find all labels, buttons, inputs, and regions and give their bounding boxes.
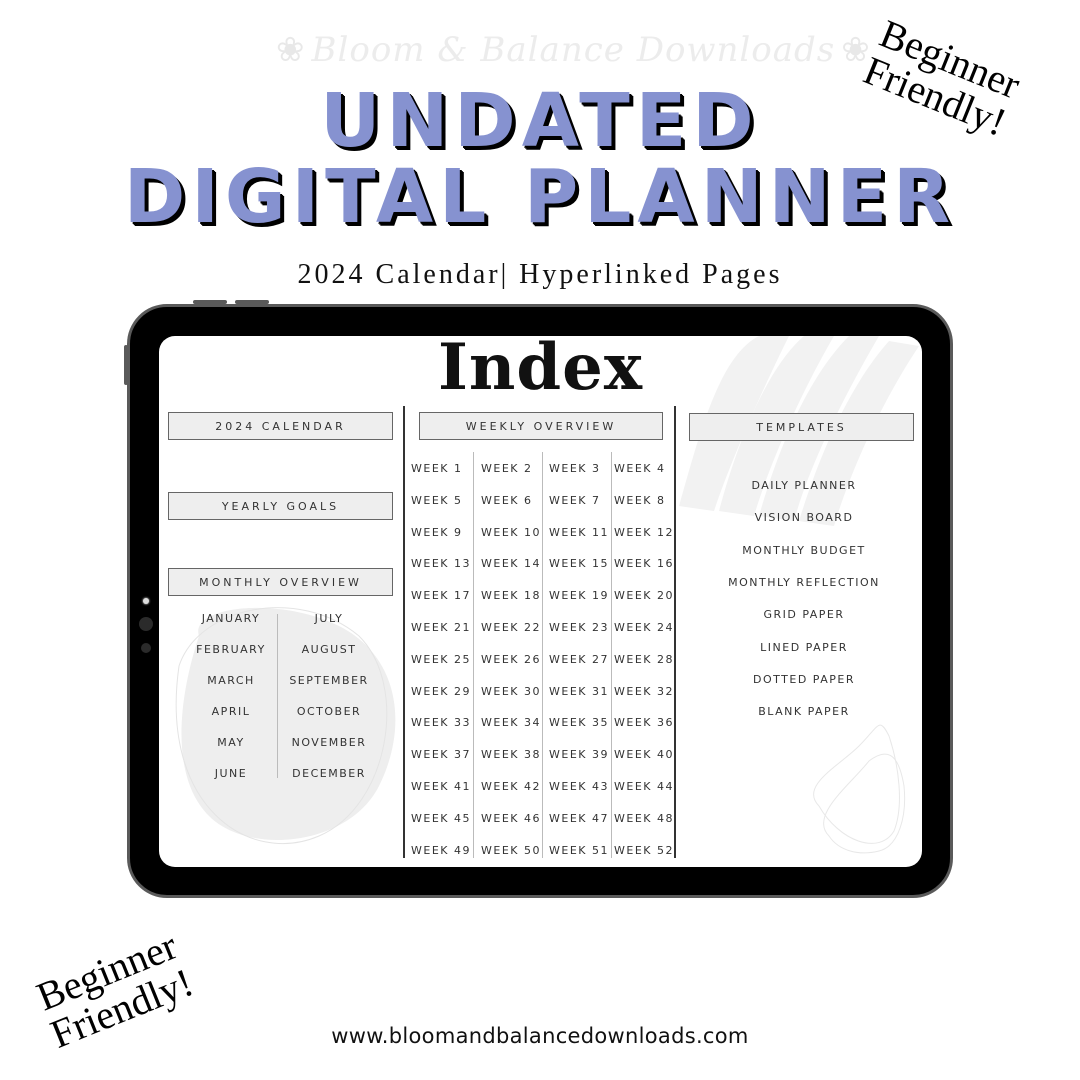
month-link[interactable]: MARCH <box>181 674 281 687</box>
week-link[interactable]: WEEK 6 <box>481 494 545 507</box>
month-link[interactable]: FEBRUARY <box>181 643 281 656</box>
week-link[interactable]: WEEK 51 <box>549 844 613 857</box>
camera-icon <box>143 598 149 604</box>
monthly-overview-link[interactable]: MONTHLY OVERVIEW <box>168 568 393 596</box>
week-link[interactable]: WEEK 2 <box>481 462 545 475</box>
flower-icon: ❀ <box>276 30 306 70</box>
week-link[interactable]: WEEK 13 <box>411 557 475 570</box>
month-link[interactable]: AUGUST <box>279 643 379 656</box>
week-link[interactable]: WEEK 10 <box>481 526 545 539</box>
week-link[interactable]: WEEK 3 <box>549 462 613 475</box>
calendar-link[interactable]: 2024 CALENDAR <box>168 412 393 440</box>
month-link[interactable]: JUNE <box>181 767 281 780</box>
month-link[interactable]: JULY <box>279 612 379 625</box>
week-link[interactable]: WEEK 42 <box>481 780 545 793</box>
week-link[interactable]: WEEK 33 <box>411 716 475 729</box>
week-link[interactable]: WEEK 9 <box>411 526 475 539</box>
week-link[interactable]: WEEK 24 <box>614 621 678 634</box>
week-link[interactable]: WEEK 17 <box>411 589 475 602</box>
week-link[interactable]: WEEK 35 <box>549 716 613 729</box>
week-link[interactable]: WEEK 5 <box>411 494 475 507</box>
template-link[interactable]: MONTHLY BUDGET <box>689 544 919 557</box>
doodle-outline <box>813 724 900 844</box>
headline-line-2: DIGITAL PLANNER <box>123 154 957 240</box>
month-divider <box>277 614 278 778</box>
yearly-goals-link[interactable]: YEARLY GOALS <box>168 492 393 520</box>
week-link[interactable]: WEEK 37 <box>411 748 475 761</box>
week-link[interactable]: WEEK 52 <box>614 844 678 857</box>
week-link[interactable]: WEEK 31 <box>549 685 613 698</box>
week-link[interactable]: WEEK 1 <box>411 462 475 475</box>
brand-watermark: ❀ Bloom & Balance Downloads ❀ <box>270 30 870 70</box>
week-link[interactable]: WEEK 8 <box>614 494 678 507</box>
week-link[interactable]: WEEK 15 <box>549 557 613 570</box>
week-link[interactable]: WEEK 34 <box>481 716 545 729</box>
week-link[interactable]: WEEK 32 <box>614 685 678 698</box>
month-link[interactable]: APRIL <box>181 705 281 718</box>
camera-lens-icon <box>139 617 153 631</box>
week-link[interactable]: WEEK 48 <box>614 812 678 825</box>
week-link[interactable]: WEEK 11 <box>549 526 613 539</box>
week-link[interactable]: WEEK 14 <box>481 557 545 570</box>
week-link[interactable]: WEEK 21 <box>411 621 475 634</box>
week-link[interactable]: WEEK 38 <box>481 748 545 761</box>
week-link[interactable]: WEEK 12 <box>614 526 678 539</box>
tablet-screen: Index 2024 CALENDAR YEARLY GOALS MONTHLY… <box>159 336 922 867</box>
week-link[interactable]: WEEK 29 <box>411 685 475 698</box>
week-link[interactable]: WEEK 41 <box>411 780 475 793</box>
doodle-outline <box>823 753 906 854</box>
template-link[interactable]: VISION BOARD <box>689 511 919 524</box>
template-link[interactable]: DOTTED PAPER <box>689 673 919 686</box>
week-link[interactable]: WEEK 19 <box>549 589 613 602</box>
month-link[interactable]: DECEMBER <box>279 767 379 780</box>
week-link[interactable]: WEEK 43 <box>549 780 613 793</box>
month-link[interactable]: NOVEMBER <box>279 736 379 749</box>
index-title: Index <box>437 336 644 405</box>
week-link[interactable]: WEEK 18 <box>481 589 545 602</box>
sensor-icon <box>141 643 151 653</box>
template-link[interactable]: BLANK PAPER <box>689 705 919 718</box>
week-link[interactable]: WEEK 50 <box>481 844 545 857</box>
week-link[interactable]: WEEK 16 <box>614 557 678 570</box>
brand-watermark-text: Bloom & Balance Downloads <box>311 30 836 70</box>
column-divider <box>403 406 405 858</box>
week-link[interactable]: WEEK 27 <box>549 653 613 666</box>
week-link[interactable]: WEEK 26 <box>481 653 545 666</box>
week-link[interactable]: WEEK 46 <box>481 812 545 825</box>
week-link[interactable]: WEEK 36 <box>614 716 678 729</box>
week-link[interactable]: WEEK 39 <box>549 748 613 761</box>
week-link[interactable]: WEEK 23 <box>549 621 613 634</box>
week-link[interactable]: WEEK 44 <box>614 780 678 793</box>
week-link[interactable]: WEEK 45 <box>411 812 475 825</box>
template-link[interactable]: DAILY PLANNER <box>689 479 919 492</box>
weekly-overview-link[interactable]: WEEKLY OVERVIEW <box>419 412 663 440</box>
month-link[interactable]: SEPTEMBER <box>279 674 379 687</box>
week-link[interactable]: WEEK 7 <box>549 494 613 507</box>
flower-icon: ❀ <box>841 30 871 70</box>
week-link[interactable]: WEEK 40 <box>614 748 678 761</box>
week-link[interactable]: WEEK 30 <box>481 685 545 698</box>
template-link[interactable]: GRID PAPER <box>689 608 919 621</box>
week-link[interactable]: WEEK 20 <box>614 589 678 602</box>
month-link[interactable]: JANUARY <box>181 612 281 625</box>
month-link[interactable]: OCTOBER <box>279 705 379 718</box>
week-link[interactable]: WEEK 22 <box>481 621 545 634</box>
subtitle: 2024 Calendar| Hyperlinked Pages <box>297 259 783 290</box>
week-link[interactable]: WEEK 28 <box>614 653 678 666</box>
month-link[interactable]: MAY <box>181 736 281 749</box>
templates-link[interactable]: TEMPLATES <box>689 413 914 441</box>
week-link[interactable]: WEEK 47 <box>549 812 613 825</box>
week-link[interactable]: WEEK 25 <box>411 653 475 666</box>
week-link[interactable]: WEEK 49 <box>411 844 475 857</box>
template-link[interactable]: LINED PAPER <box>689 641 919 654</box>
week-link[interactable]: WEEK 4 <box>614 462 678 475</box>
website-url[interactable]: www.bloomandbalancedownloads.com <box>0 1024 1080 1048</box>
template-link[interactable]: MONTHLY REFLECTION <box>689 576 919 589</box>
